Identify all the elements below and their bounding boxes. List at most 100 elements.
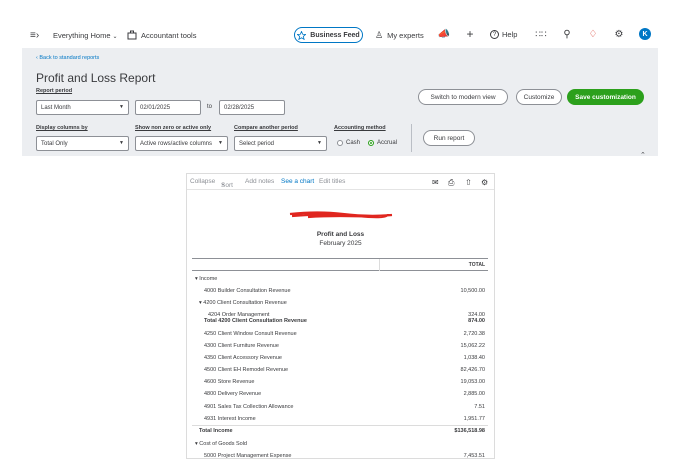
row-label: 4000 Builder Consultation Revenue [204, 288, 291, 294]
radio-circle-selected [368, 140, 374, 146]
add-notes-button[interactable]: Add notes [245, 178, 274, 185]
export-icon[interactable]: ⇧ [465, 178, 472, 187]
search-icon[interactable]: ⚲ [561, 28, 573, 40]
report-period-select[interactable]: Last Month ▼ [36, 100, 129, 115]
compare-select[interactable]: Select period ▼ [234, 136, 327, 151]
row-value[interactable]: 10,500.00 [461, 288, 485, 294]
total-column-header: TOTAL [468, 262, 485, 268]
row-value[interactable]: $136,518.98 [454, 428, 485, 434]
report-title: Profit and Loss [316, 231, 365, 238]
help-button[interactable]: ? Help [490, 30, 517, 39]
report-period-label: Report period [36, 88, 73, 94]
accounting-method-label: Accounting method [334, 125, 386, 131]
display-columns-value: Total Only [41, 140, 68, 147]
switch-modern-view-button[interactable]: Switch to modern view [418, 89, 508, 105]
collapse-button[interactable]: Collapse [190, 178, 215, 185]
top-nav: ≡› Everything Home ⌄ Accountant tools Bus… [0, 0, 680, 46]
display-columns-select[interactable]: Total Only ▼ [36, 136, 129, 151]
accrual-label: Accrual [377, 140, 398, 146]
accountant-tools-label: Accountant tools [141, 30, 197, 40]
bell-icon[interactable]: ♢ [587, 28, 599, 40]
caret-down-icon: ▼ [218, 140, 223, 146]
display-columns-label: Display columns by [36, 125, 88, 131]
row-value[interactable]: 7,453.51 [464, 453, 485, 459]
compare-value: Select period [239, 140, 275, 147]
report-period: February 2025 [319, 240, 362, 247]
back-link[interactable]: ‹ Back to standard reports [36, 55, 99, 61]
section-label: Cost of Goods Sold [199, 441, 247, 447]
section-label: Income [199, 276, 218, 282]
row-value[interactable]: 2,720.38 [464, 331, 485, 337]
date-from-value: 02/01/2025 [140, 104, 171, 111]
row-label: 4600 Store Revenue [204, 379, 255, 385]
section-income: ▾ Income [195, 276, 218, 282]
row-value[interactable]: 1,951.77 [464, 416, 485, 422]
date-from-input[interactable]: 02/01/2025 [135, 100, 201, 115]
row-label: Total 4200 Client Consultation Revenue [204, 318, 307, 324]
email-icon[interactable]: ✉ [432, 178, 439, 187]
company-switcher[interactable]: Everything Home ⌄ [53, 31, 118, 40]
apps-grid-icon[interactable]: ∷∷ [535, 28, 547, 40]
row-label: 4931 Interest Income [204, 416, 256, 422]
caret-down-icon: ▼ [221, 182, 225, 187]
row-value[interactable]: 1,038.40 [464, 355, 485, 361]
row-label: Total Income [199, 428, 233, 434]
row-label: 4350 Client Accessory Revenue [204, 355, 282, 361]
radio-circle [337, 140, 343, 146]
save-customization-button[interactable]: Save customization [567, 89, 644, 105]
caret-down-icon: ▼ [119, 104, 124, 110]
chevron-up-icon[interactable]: ⌃ [640, 151, 646, 159]
section-label: 4200 Client Consultation Revenue [203, 300, 287, 306]
row-value[interactable]: 82,426.70 [461, 367, 485, 373]
caret-down-icon: ▼ [317, 140, 322, 146]
row-value[interactable]: 15,062.22 [461, 343, 485, 349]
row-label: 4300 Client Furniture Revenue [204, 343, 279, 349]
megaphone-icon[interactable]: 📣 [438, 28, 450, 40]
table-header: TOTAL [192, 258, 488, 271]
gear-icon[interactable]: ⚙ [481, 178, 488, 187]
accountant-tools-button[interactable]: Accountant tools [127, 30, 196, 40]
print-icon[interactable]: ⎙ [448, 178, 454, 188]
compare-label: Compare another period [234, 125, 298, 131]
row-label: 4250 Client Window Consult Revenue [204, 331, 297, 337]
redacted-company-name [289, 211, 393, 219]
row-value[interactable]: 874.00 [468, 318, 485, 324]
gear-icon[interactable]: ⚙ [613, 28, 625, 40]
menu-icon[interactable]: ≡› [30, 30, 39, 41]
help-label: Help [502, 30, 518, 39]
avatar[interactable]: K [639, 28, 651, 40]
cash-radio[interactable]: Cash [337, 140, 360, 146]
date-to-value: 02/28/2025 [224, 104, 255, 111]
business-feed-label: Business Feed [310, 31, 360, 39]
date-to-input[interactable]: 02/28/2025 [219, 100, 285, 115]
question-icon: ? [490, 30, 499, 39]
customize-button[interactable]: Customize [516, 89, 562, 105]
row-value[interactable]: 2,885.00 [464, 391, 485, 397]
briefcase-icon [127, 30, 137, 40]
non-zero-label: Show non zero or active only [135, 125, 212, 131]
back-link-label: Back to standard reports [39, 55, 100, 61]
row-value[interactable]: 7.51 [474, 404, 485, 410]
see-chart-link[interactable]: See a chart [281, 178, 314, 185]
column-separator [379, 259, 380, 271]
edit-titles-button[interactable]: Edit titles [319, 178, 345, 185]
business-feed-button[interactable]: Business Feed [294, 27, 363, 43]
page-title: Profit and Loss Report [36, 71, 156, 85]
accrual-radio[interactable]: Accrual [368, 140, 397, 146]
row-label: 4901 Sales Tax Collection Allowance [204, 404, 294, 410]
row-value[interactable]: 19,053.00 [461, 379, 485, 385]
non-zero-select[interactable]: Active rows/active columns ▼ [135, 136, 228, 151]
star-icon [297, 30, 307, 40]
company-name: Everything Home [53, 31, 111, 40]
run-report-button[interactable]: Run report [423, 130, 475, 146]
my-experts-button[interactable]: ♙ My experts [375, 30, 424, 41]
cash-label: Cash [346, 140, 361, 146]
divider [411, 124, 412, 152]
row-label: 4800 Delivery Revenue [204, 391, 262, 397]
caret-down-icon: ▼ [119, 140, 124, 146]
row-label: 5000 Project Management Expense [204, 453, 292, 459]
plus-icon[interactable]: + [464, 27, 476, 41]
report-toolbar: Collapse Sort ▼ Add notes See a chart Ed… [187, 174, 494, 190]
to-label: to [207, 104, 213, 110]
row-label: 4500 Client EH Remodel Revenue [204, 367, 289, 373]
